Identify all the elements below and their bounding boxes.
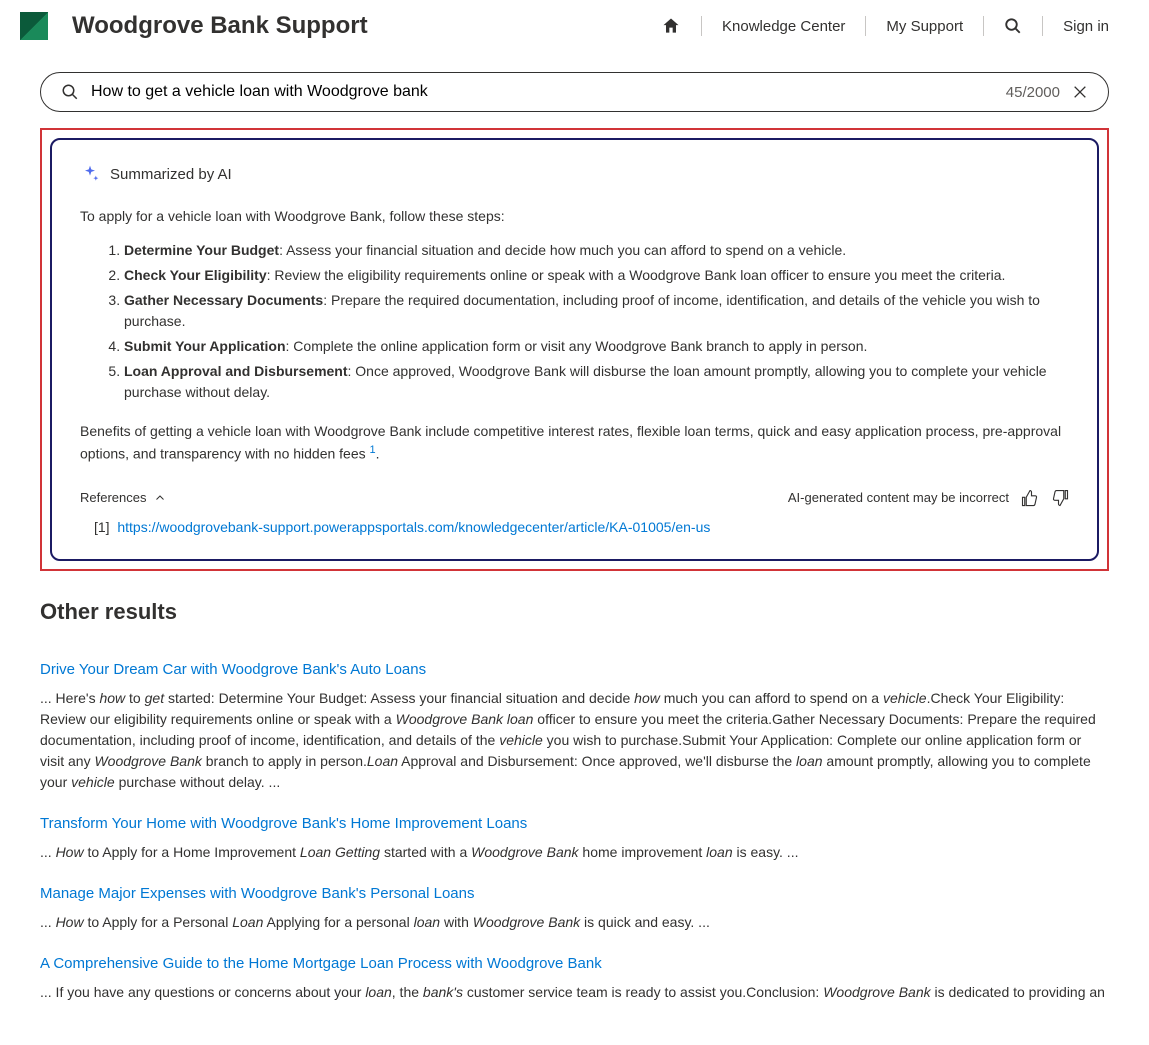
result-title-link[interactable]: Manage Major Expenses with Woodgrove Ban… — [40, 885, 475, 902]
ai-summary-highlight: Summarized by AI To apply for a vehicle … — [40, 128, 1109, 571]
result-title-link[interactable]: A Comprehensive Guide to the Home Mortga… — [40, 955, 602, 972]
sparkle-icon — [80, 164, 100, 184]
result-item: Drive Your Dream Car with Woodgrove Bank… — [40, 661, 1109, 793]
result-snippet: ... How to Apply for a Personal Loan App… — [40, 912, 1109, 933]
top-nav: Knowledge Center My Support Sign in — [641, 14, 1129, 38]
search-icon — [61, 83, 79, 101]
site-logo — [20, 12, 48, 40]
sign-in-link[interactable]: Sign in — [1043, 14, 1129, 38]
reference-number: [1] — [94, 519, 110, 535]
char-counter: 45/2000 — [1006, 84, 1060, 101]
result-snippet: ... How to Apply for a Home Improvement … — [40, 842, 1109, 863]
thumbs-down-button[interactable] — [1051, 489, 1069, 507]
result-item: A Comprehensive Guide to the Home Mortga… — [40, 955, 1109, 1003]
ai-summary-card: Summarized by AI To apply for a vehicle … — [50, 138, 1099, 561]
ai-disclaimer: AI-generated content may be incorrect — [788, 490, 1009, 505]
site-title: Woodgrove Bank Support — [72, 12, 641, 40]
ai-step-item: Loan Approval and Disbursement: Once app… — [124, 361, 1069, 403]
result-item: Manage Major Expenses with Woodgrove Ban… — [40, 885, 1109, 933]
ai-steps-list: Determine Your Budget: Assess your finan… — [80, 240, 1069, 403]
result-title-link[interactable]: Drive Your Dream Car with Woodgrove Bank… — [40, 661, 426, 678]
other-results-heading: Other results — [40, 599, 1109, 625]
knowledge-center-link[interactable]: Knowledge Center — [702, 14, 865, 38]
clear-icon[interactable] — [1072, 84, 1088, 100]
result-title-link[interactable]: Transform Your Home with Woodgrove Bank'… — [40, 815, 527, 832]
site-header: Woodgrove Bank Support Knowledge Center … — [0, 0, 1149, 52]
ai-step-item: Determine Your Budget: Assess your finan… — [124, 240, 1069, 261]
results-list: Drive Your Dream Car with Woodgrove Bank… — [40, 661, 1109, 1003]
home-icon — [661, 16, 681, 36]
chevron-up-icon — [154, 492, 166, 504]
ai-step-item: Gather Necessary Documents: Prepare the … — [124, 290, 1069, 332]
result-item: Transform Your Home with Woodgrove Bank'… — [40, 815, 1109, 863]
ai-summary-intro: To apply for a vehicle loan with Woodgro… — [80, 208, 1069, 224]
result-snippet: ... If you have any questions or concern… — [40, 982, 1109, 1003]
thumbs-up-icon — [1021, 489, 1039, 507]
ai-step-item: Submit Your Application: Complete the on… — [124, 336, 1069, 357]
home-link[interactable] — [641, 14, 701, 38]
ai-step-item: Check Your Eligibility: Review the eligi… — [124, 265, 1069, 286]
ai-benefits: Benefits of getting a vehicle loan with … — [80, 421, 1069, 465]
thumbs-up-button[interactable] — [1021, 489, 1039, 507]
result-snippet: ... Here's how to get started: Determine… — [40, 688, 1109, 793]
search-bar: 45/2000 — [40, 72, 1109, 112]
reference-item: [1] https://woodgrovebank-support.powera… — [80, 519, 1069, 535]
citation-link[interactable]: 1 — [370, 444, 376, 456]
references-label: References — [80, 490, 146, 505]
reference-link[interactable]: https://woodgrovebank-support.powerappsp… — [117, 519, 710, 535]
my-support-link[interactable]: My Support — [866, 14, 983, 38]
search-input[interactable] — [91, 83, 994, 101]
search-link[interactable] — [984, 14, 1042, 38]
thumbs-down-icon — [1051, 489, 1069, 507]
search-icon — [1004, 17, 1022, 35]
ai-summary-label: Summarized by AI — [110, 166, 232, 183]
references-toggle[interactable]: References — [80, 490, 166, 505]
